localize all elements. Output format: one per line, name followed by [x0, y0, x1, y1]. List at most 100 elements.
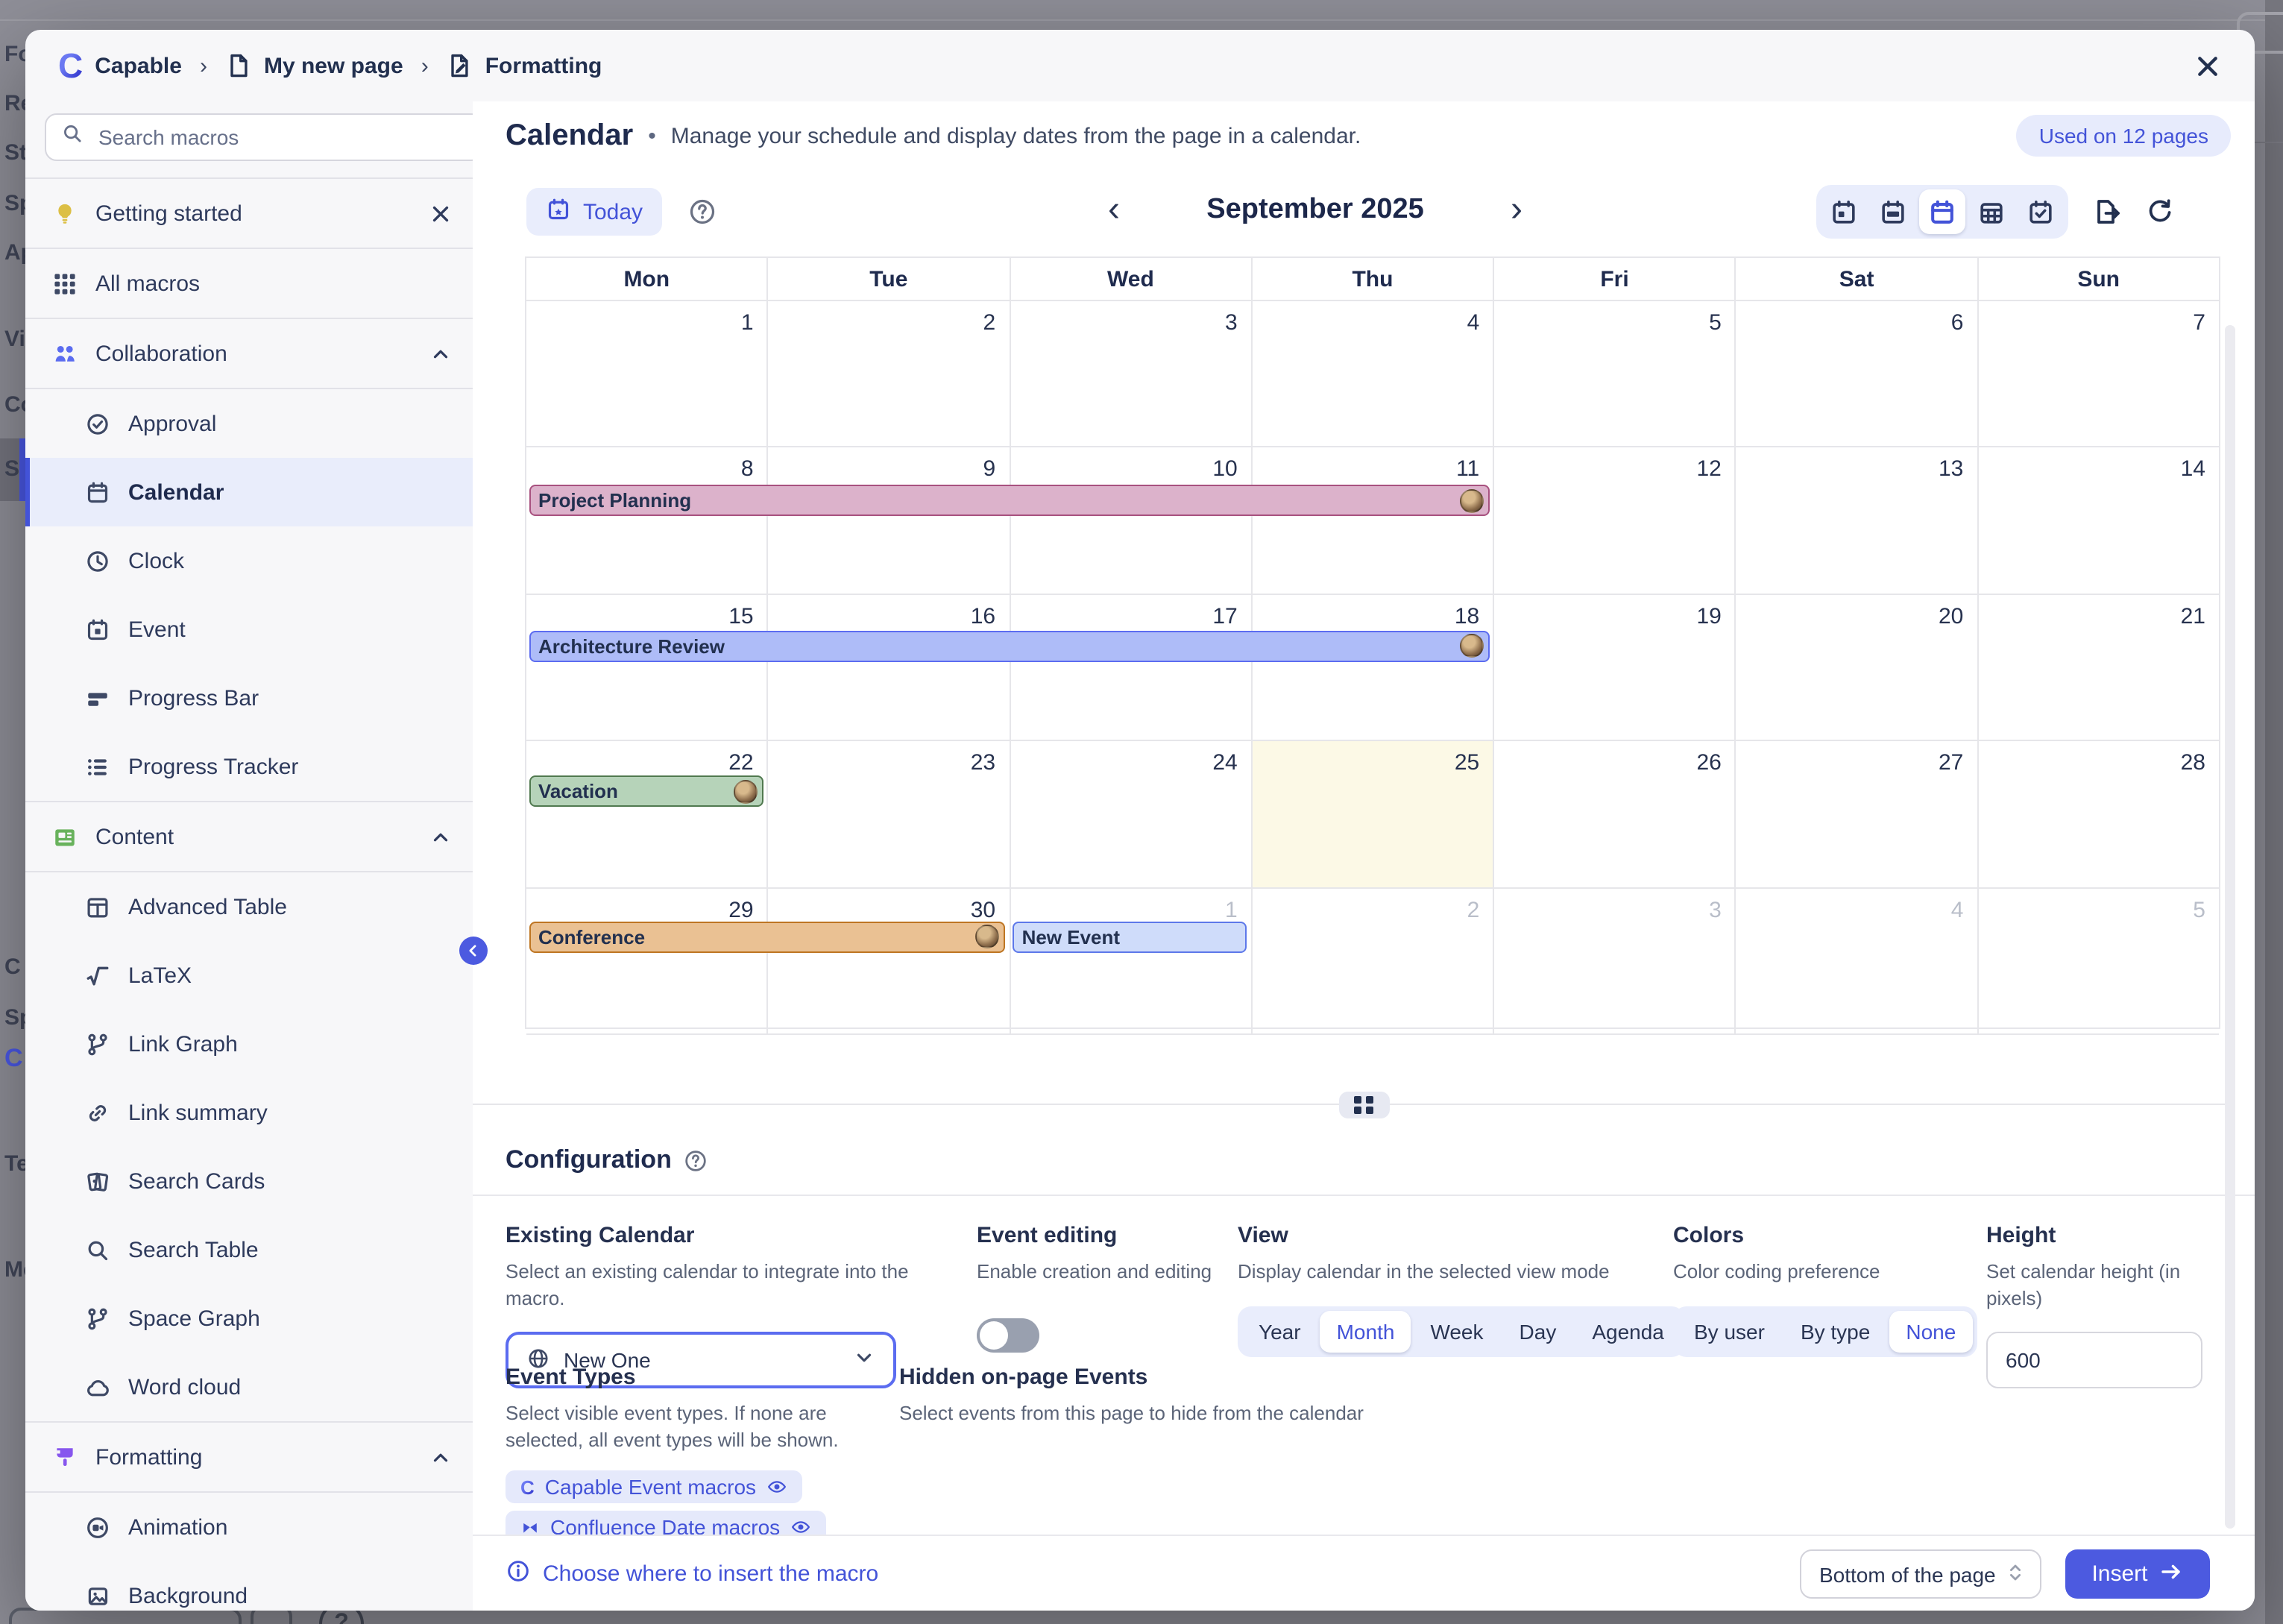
search-input[interactable]: [95, 124, 467, 151]
sidebar-item-progress-tracker[interactable]: Progress Tracker: [25, 732, 473, 801]
cal-month-view-icon[interactable]: [1919, 189, 1965, 234]
sidebar-item-word-cloud[interactable]: Word cloud: [25, 1353, 473, 1421]
cal-week-view-icon[interactable]: [1870, 189, 1916, 234]
day-cell[interactable]: 23: [769, 741, 1011, 887]
next-month-button[interactable]: ›: [1502, 182, 1531, 239]
height-input[interactable]: [1986, 1332, 2202, 1388]
sidebar-item-getting-started[interactable]: Getting started: [25, 179, 473, 248]
day-cell[interactable]: 4: [1253, 301, 1495, 447]
cal-day-view-icon[interactable]: [1821, 189, 1867, 234]
search-macros-box[interactable]: [45, 113, 483, 161]
colors-option-by-type[interactable]: By type: [1784, 1310, 1886, 1352]
calendar-event-conference[interactable]: Conference: [529, 921, 1006, 952]
sidebar-item-background[interactable]: Background: [25, 1561, 473, 1611]
day-cell[interactable]: 3: [1494, 888, 1736, 1033]
chevron-up-icon[interactable]: [429, 825, 452, 848]
breadcrumb-item-my-new-page[interactable]: My new page: [225, 52, 403, 79]
sidebar-item-formatting[interactable]: Formatting: [25, 1423, 473, 1491]
sidebar-item-link-graph[interactable]: Link Graph: [25, 1010, 473, 1078]
day-cell[interactable]: 10: [1010, 448, 1253, 594]
day-cell[interactable]: 2: [769, 301, 1011, 447]
day-cell[interactable]: 5: [1978, 888, 2219, 1033]
dismiss-icon[interactable]: [429, 202, 452, 224]
sidebar-item-event[interactable]: Event: [25, 595, 473, 664]
sidebar-collapse-button[interactable]: [459, 937, 488, 965]
day-cell[interactable]: 7: [1978, 301, 2219, 447]
cal-check-view-icon[interactable]: [2018, 189, 2064, 234]
day-cell[interactable]: 19: [1494, 595, 1736, 740]
day-cell[interactable]: 24: [1010, 741, 1253, 887]
insert-position-select[interactable]: Bottom of the page: [1800, 1549, 2041, 1599]
day-cell[interactable]: 21: [1978, 595, 2219, 740]
resize-drag-handle[interactable]: [1338, 1092, 1389, 1118]
content-scrollbar[interactable]: [2225, 325, 2235, 1529]
day-cell[interactable]: 13: [1736, 448, 1979, 594]
calendar-event-architecture-review[interactable]: Architecture Review: [529, 631, 1489, 662]
chevron-up-icon[interactable]: [429, 1446, 452, 1468]
reset-icon[interactable]: [2146, 198, 2174, 226]
day-cell[interactable]: 6: [1736, 301, 1979, 447]
eye-icon[interactable]: [766, 1476, 787, 1497]
day-cell[interactable]: 1: [1010, 888, 1253, 1033]
sidebar-item-content[interactable]: Content: [25, 802, 473, 871]
day-cell[interactable]: 27: [1736, 741, 1979, 887]
usage-badge[interactable]: Used on 12 pages: [2017, 115, 2231, 157]
calendar-event-vacation[interactable]: Vacation: [529, 775, 763, 807]
sidebar-item-progress-bar[interactable]: Progress Bar: [25, 664, 473, 732]
day-cell[interactable]: 14: [1978, 448, 2219, 594]
sidebar-item-all-macros[interactable]: All macros: [25, 249, 473, 318]
day-cell[interactable]: 4: [1736, 888, 1979, 1033]
breadcrumb-item-formatting[interactable]: Formatting: [447, 52, 602, 79]
calendar-help-icon[interactable]: [687, 197, 717, 227]
day-cell[interactable]: 1: [526, 301, 769, 447]
day-cell[interactable]: 30: [769, 888, 1011, 1033]
day-cell[interactable]: 9: [769, 448, 1011, 594]
cal-grid-view-icon[interactable]: [1968, 189, 2015, 234]
sidebar-item-latex[interactable]: LaTeX: [25, 941, 473, 1010]
day-cell[interactable]: 15: [526, 595, 769, 740]
colors-option-by-user[interactable]: By user: [1678, 1310, 1781, 1352]
day-cell[interactable]: 11: [1253, 448, 1495, 594]
chevron-up-icon[interactable]: [429, 342, 452, 365]
view-option-agenda[interactable]: Agenda: [1575, 1310, 1681, 1352]
sidebar-item-calendar[interactable]: Calendar: [25, 458, 473, 526]
view-option-year[interactable]: Year: [1242, 1310, 1317, 1352]
day-cell[interactable]: 26: [1494, 741, 1736, 887]
sidebar-item-search-cards[interactable]: Search Cards: [25, 1147, 473, 1215]
day-cell[interactable]: 2: [1253, 888, 1495, 1033]
day-cell[interactable]: 17: [1010, 595, 1253, 740]
day-cell[interactable]: 16: [769, 595, 1011, 740]
sidebar-item-advanced-table[interactable]: Advanced Table: [25, 872, 473, 941]
day-cell[interactable]: 8: [526, 448, 769, 594]
configuration-help-icon[interactable]: [684, 1148, 709, 1173]
sidebar-item-space-graph[interactable]: Space Graph: [25, 1284, 473, 1353]
view-option-week[interactable]: Week: [1414, 1310, 1499, 1352]
breadcrumb-item-capable[interactable]: CCapable: [58, 48, 182, 83]
day-cell[interactable]: 29: [526, 888, 769, 1033]
insert-button[interactable]: Insert: [2065, 1549, 2210, 1599]
event-editing-toggle[interactable]: [977, 1318, 1039, 1352]
day-cell-today[interactable]: 25: [1253, 741, 1495, 887]
colors-option-none[interactable]: None: [1889, 1310, 1972, 1352]
sidebar-item-collaboration[interactable]: Collaboration: [25, 319, 473, 388]
day-cell[interactable]: 18: [1253, 595, 1495, 740]
day-cell[interactable]: 12: [1494, 448, 1736, 594]
day-cell[interactable]: 20: [1736, 595, 1979, 740]
sidebar-item-search-table[interactable]: Search Table: [25, 1215, 473, 1284]
calendar-event-new-event[interactable]: New Event: [1013, 921, 1247, 952]
export-icon[interactable]: [2092, 197, 2122, 227]
sidebar-item-approval[interactable]: Approval: [25, 389, 473, 458]
today-button[interactable]: Today: [526, 188, 662, 236]
sidebar-item-link-summary[interactable]: Link summary: [25, 1078, 473, 1147]
view-option-day[interactable]: Day: [1503, 1310, 1573, 1352]
day-cell[interactable]: 22: [526, 741, 769, 887]
prev-month-button[interactable]: ‹: [1099, 182, 1129, 239]
sidebar-item-clock[interactable]: Clock: [25, 526, 473, 595]
insert-location-link[interactable]: Choose where to insert the macro: [506, 1558, 878, 1590]
close-dialog-icon[interactable]: [2194, 51, 2222, 80]
view-option-month[interactable]: Month: [1320, 1310, 1411, 1352]
calendar-event-project-planning[interactable]: Project Planning: [529, 485, 1489, 517]
day-cell[interactable]: 3: [1010, 301, 1253, 447]
day-cell[interactable]: 28: [1978, 741, 2219, 887]
day-cell[interactable]: 5: [1494, 301, 1736, 447]
